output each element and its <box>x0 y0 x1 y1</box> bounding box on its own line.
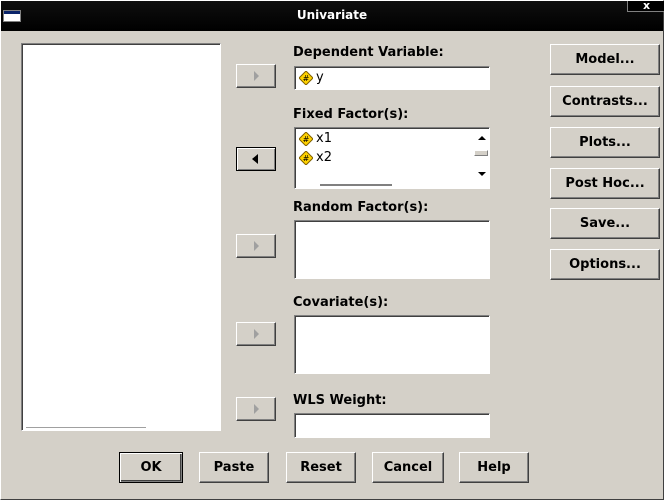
move-wls-weight-button[interactable] <box>236 397 276 421</box>
move-fixed-factor-button[interactable] <box>236 147 276 171</box>
help-button[interactable]: Help <box>459 452 529 483</box>
scale-variable-icon: # <box>299 151 313 165</box>
fixed-factors-label: Fixed Factor(s): <box>293 107 409 122</box>
covariates-list[interactable] <box>294 315 490 374</box>
move-dependent-button[interactable] <box>236 64 276 88</box>
scale-variable-icon: # <box>299 132 313 146</box>
dependent-variable-field[interactable]: # y <box>294 66 490 90</box>
paste-button[interactable]: Paste <box>199 452 269 483</box>
arrow-left-icon <box>252 154 258 164</box>
random-factors-label: Random Factor(s): <box>293 200 429 215</box>
fixed-factor-name: x2 <box>316 150 332 165</box>
dependent-variable-item[interactable]: # y <box>299 70 324 86</box>
move-covariate-button[interactable] <box>236 322 276 346</box>
reset-button[interactable]: Reset <box>286 452 356 483</box>
move-random-factor-button[interactable] <box>236 234 276 258</box>
arrow-right-icon <box>254 329 259 339</box>
ok-button[interactable]: OK <box>119 452 183 483</box>
covariates-label: Covariate(s): <box>293 295 389 310</box>
fixed-list-divider <box>320 184 392 186</box>
save-button[interactable]: Save... <box>550 208 660 239</box>
univariate-dialog: Univariate x Dependent Variable: # y Fix… <box>0 0 664 500</box>
scroll-up-arrow-icon[interactable] <box>473 130 489 146</box>
title-bar[interactable]: Univariate x <box>1 0 664 31</box>
close-button[interactable]: x <box>627 0 664 12</box>
random-factors-list[interactable] <box>294 220 490 279</box>
dependent-variable-name: y <box>316 70 324 85</box>
arrow-right-icon <box>254 241 259 251</box>
arrow-right-icon <box>254 71 259 81</box>
contrasts-button[interactable]: Contrasts... <box>550 86 660 117</box>
plots-button[interactable]: Plots... <box>550 127 660 158</box>
window-title: Univariate <box>296 8 368 22</box>
fixed-factor-name: x1 <box>316 131 332 146</box>
scrollbar-thumb[interactable] <box>474 150 488 156</box>
model-button[interactable]: Model... <box>550 44 660 75</box>
cancel-button[interactable]: Cancel <box>372 452 444 483</box>
svg-text:#: # <box>303 135 310 144</box>
post-hoc-button[interactable]: Post Hoc... <box>550 168 660 199</box>
fixed-factor-item[interactable]: # x2 <box>299 150 332 166</box>
svg-text:#: # <box>303 154 310 163</box>
fixed-factors-scrollbar[interactable] <box>473 128 489 187</box>
svg-text:#: # <box>303 74 310 83</box>
options-button[interactable]: Options... <box>550 249 660 280</box>
arrow-right-icon <box>254 404 259 414</box>
fixed-factors-list[interactable]: # x1 # x2 <box>294 127 490 189</box>
source-list-divider <box>26 427 146 428</box>
source-variable-list[interactable] <box>21 43 221 431</box>
dependent-variable-label: Dependent Variable: <box>293 45 444 60</box>
wls-weight-field[interactable] <box>294 413 490 438</box>
scroll-down-arrow-icon[interactable] <box>473 166 489 182</box>
fixed-factor-item[interactable]: # x1 <box>299 131 332 147</box>
scale-variable-icon: # <box>299 71 313 85</box>
wls-weight-label: WLS Weight: <box>293 393 387 408</box>
